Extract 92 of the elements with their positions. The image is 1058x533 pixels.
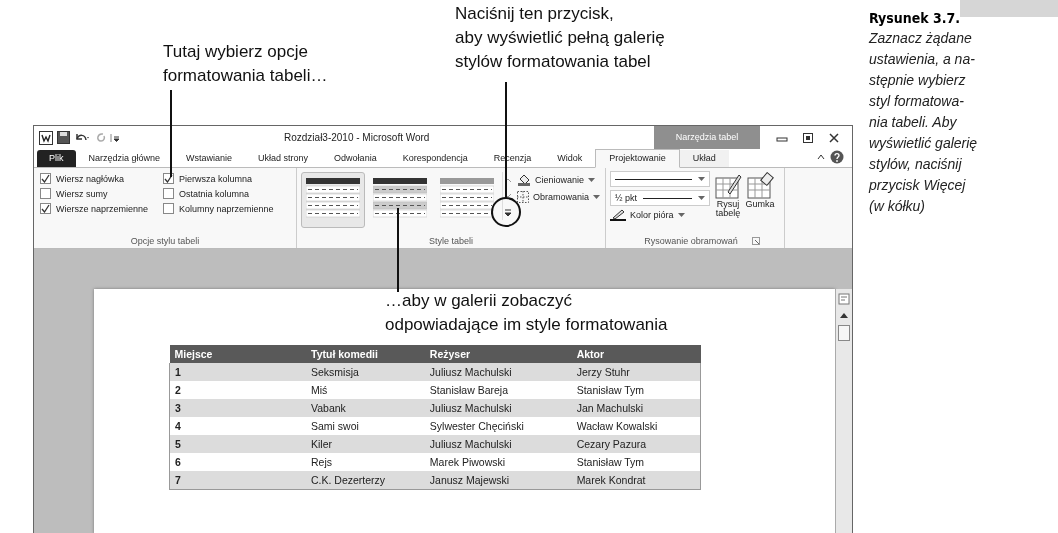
line-style-dropdown[interactable] xyxy=(610,171,710,187)
checkbox-label: Wiersze naprzemienne xyxy=(56,203,149,214)
eraser-icon xyxy=(746,172,774,200)
table-cell: Sami swoi xyxy=(306,417,425,435)
ribbon-tab[interactable]: Odwołania xyxy=(321,150,390,167)
help-icon[interactable] xyxy=(830,150,844,164)
table-cell: Stanisław Tym xyxy=(571,453,701,471)
table-cell: 1 xyxy=(169,363,306,381)
table-cell: Sylwester Chęciński xyxy=(424,417,572,435)
checkbox-label: Ostatnia kolumna xyxy=(179,188,250,199)
borders-icon xyxy=(517,191,529,203)
caret-icon xyxy=(677,212,685,218)
table-cell: 6 xyxy=(169,453,306,471)
table-cell: C.K. Dezerterzy xyxy=(306,471,425,490)
checkbox[interactable] xyxy=(163,203,174,214)
checkbox[interactable] xyxy=(40,188,51,199)
figure-caption: Zaznacz żądane ustawienia, a na- stępnie wybierz styl formatowa- nia tabeli. Aby wyświetlić galerię stylów, naciśnij przycisk Więcej (w kółku) xyxy=(869,29,978,216)
ribbon-dropdown-button[interactable]: Obramowania xyxy=(517,191,601,203)
table-style-thumbnail[interactable] xyxy=(301,172,365,228)
ribbon-tab[interactable]: Widok xyxy=(544,150,596,167)
table-cell: 3 xyxy=(169,399,306,417)
ribbon-tab[interactable]: Układ xyxy=(679,150,729,167)
customize-toolbar-icon[interactable] xyxy=(110,131,120,144)
table-cell: 4 xyxy=(169,417,306,435)
table-cell: Stanisław Bareja xyxy=(424,381,572,399)
table-header-cell: Aktor xyxy=(571,345,701,363)
ribbon-tab[interactable]: Plik xyxy=(37,150,76,167)
scroll-up-icon[interactable] xyxy=(839,311,850,319)
table-cell: Kiler xyxy=(306,435,425,453)
table-cell: Vabank xyxy=(306,399,425,417)
table-cell: Rejs xyxy=(306,453,425,471)
word-logo-icon[interactable] xyxy=(39,130,53,145)
ribbon-tab[interactable]: Projektowanie xyxy=(595,149,680,168)
caret-icon xyxy=(593,194,601,200)
pen-color-button[interactable]: Kolor pióra xyxy=(610,209,710,221)
checkbox[interactable] xyxy=(163,188,174,199)
ribbon-dropdown-button[interactable]: Cieniowanie xyxy=(517,174,601,186)
table-cell: Wacław Kowalski xyxy=(571,417,701,435)
close-icon[interactable] xyxy=(828,131,840,144)
table-cell: Cezary Pazura xyxy=(571,435,701,453)
table-cell: 5 xyxy=(169,435,306,453)
ribbon-large-button[interactable]: Rysuj tabelę xyxy=(714,171,742,231)
table-cell: Marek Kondrat xyxy=(571,471,701,490)
dialog-launcher-icon[interactable] xyxy=(751,237,760,245)
table-cell: Juliusz Machulski xyxy=(424,363,572,381)
scrollbar-thumb[interactable] xyxy=(838,325,851,341)
group-label: Style tabeli xyxy=(428,235,474,248)
ribbon-tab[interactable]: Wstawianie xyxy=(173,150,246,167)
paint-bucket-icon xyxy=(517,174,531,186)
caret-icon xyxy=(698,195,705,201)
figure-title: Rysunek 3.7. xyxy=(869,10,962,26)
checkbox[interactable] xyxy=(40,203,51,214)
checkbox-label: Wiersz nagłówka xyxy=(56,173,125,184)
ribbon-tab[interactable]: Korespondencja xyxy=(389,150,481,167)
draw-table-icon xyxy=(714,172,742,200)
table-cell: Marek Piwowski xyxy=(424,453,572,471)
table-cell: 7 xyxy=(169,471,306,490)
highlight-circle xyxy=(491,197,521,227)
table-cell: 2 xyxy=(169,381,306,399)
table-cell: Juliusz Machulski xyxy=(424,435,572,453)
table-header-cell: Reżyser xyxy=(424,345,572,363)
ruler-toggle-icon[interactable] xyxy=(838,293,851,305)
checkbox[interactable] xyxy=(40,173,51,184)
table-cell: Miś xyxy=(306,381,425,399)
ribbon-large-button[interactable]: Gumka xyxy=(746,171,774,231)
group-label: Rysowanie obramowań xyxy=(644,235,738,248)
table-cell: Juliusz Machulski xyxy=(424,399,572,417)
save-icon[interactable] xyxy=(57,131,70,144)
ribbon-tab[interactable]: Układ strony xyxy=(245,150,322,167)
table-cell: Seksmisja xyxy=(306,363,425,381)
caret-icon xyxy=(698,176,705,182)
caret-icon xyxy=(588,177,596,183)
table-header-cell: Tytuł komedii xyxy=(306,345,425,363)
callout-text: Naciśnij ten przycisk, aby wyświetlić pełną galerię stylów formatowania tabel xyxy=(455,3,665,73)
context-tab-header: Narzędzia tabel xyxy=(654,126,760,149)
checkbox-label: Kolumny naprzemienne xyxy=(179,203,274,214)
pen-icon xyxy=(610,209,626,221)
table-header-cell: Miejsce xyxy=(169,345,306,363)
window-title: Rozdział3-2010 - Microsoft Word xyxy=(284,132,430,143)
maximize-icon[interactable] xyxy=(802,131,814,144)
group-label: Opcje stylu tabeli xyxy=(129,235,201,248)
callout-text: Tutaj wybierz opcje formatowania tabeli… xyxy=(163,41,328,87)
table-cell: Janusz Majewski xyxy=(424,471,572,490)
checkbox-label: Wiersz sumy xyxy=(56,188,108,199)
table-cell: Jan Machulski xyxy=(571,399,701,417)
table-cell: Stanisław Tym xyxy=(571,381,701,399)
checkbox-label: Pierwsza kolumna xyxy=(179,173,253,184)
ribbon-tab[interactable]: Narzędzia główne xyxy=(75,150,174,167)
table-cell: Jerzy Stuhr xyxy=(571,363,701,381)
collapse-ribbon-icon[interactable] xyxy=(816,152,826,162)
checkbox[interactable] xyxy=(163,173,174,184)
line-weight-dropdown[interactable]: ½ pkt xyxy=(610,190,710,206)
